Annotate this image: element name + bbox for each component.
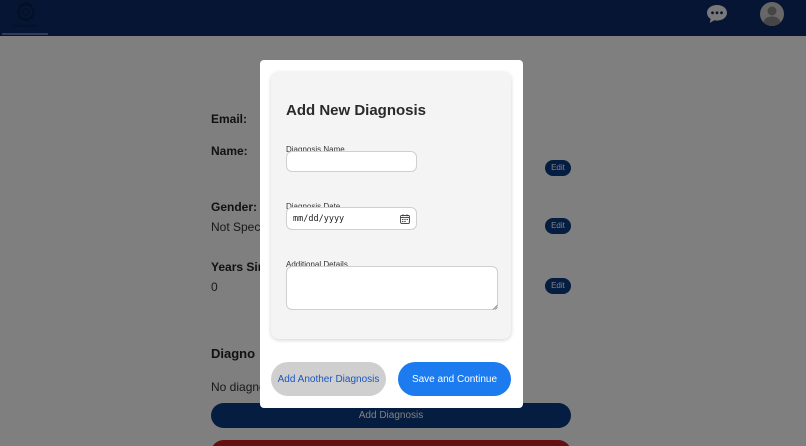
modal-title: Add New Diagnosis <box>286 102 427 119</box>
resize-grip-icon[interactable] <box>492 304 498 310</box>
diagnosis-date-input[interactable]: mm/dd/yyyy <box>286 207 417 230</box>
save-and-continue-button[interactable]: Save and Continue <box>398 362 511 396</box>
diagnosis-name-input[interactable] <box>286 151 417 172</box>
add-another-diagnosis-button[interactable]: Add Another Diagnosis <box>271 362 386 396</box>
date-placeholder: mm/dd/yyyy <box>293 214 345 224</box>
add-diagnosis-modal: Add New Diagnosis Diagnosis Name Diagnos… <box>260 60 523 408</box>
diagnosis-form-card: Add New Diagnosis Diagnosis Name Diagnos… <box>271 72 511 339</box>
calendar-icon[interactable] <box>400 214 410 224</box>
additional-details-textarea[interactable] <box>286 266 498 310</box>
